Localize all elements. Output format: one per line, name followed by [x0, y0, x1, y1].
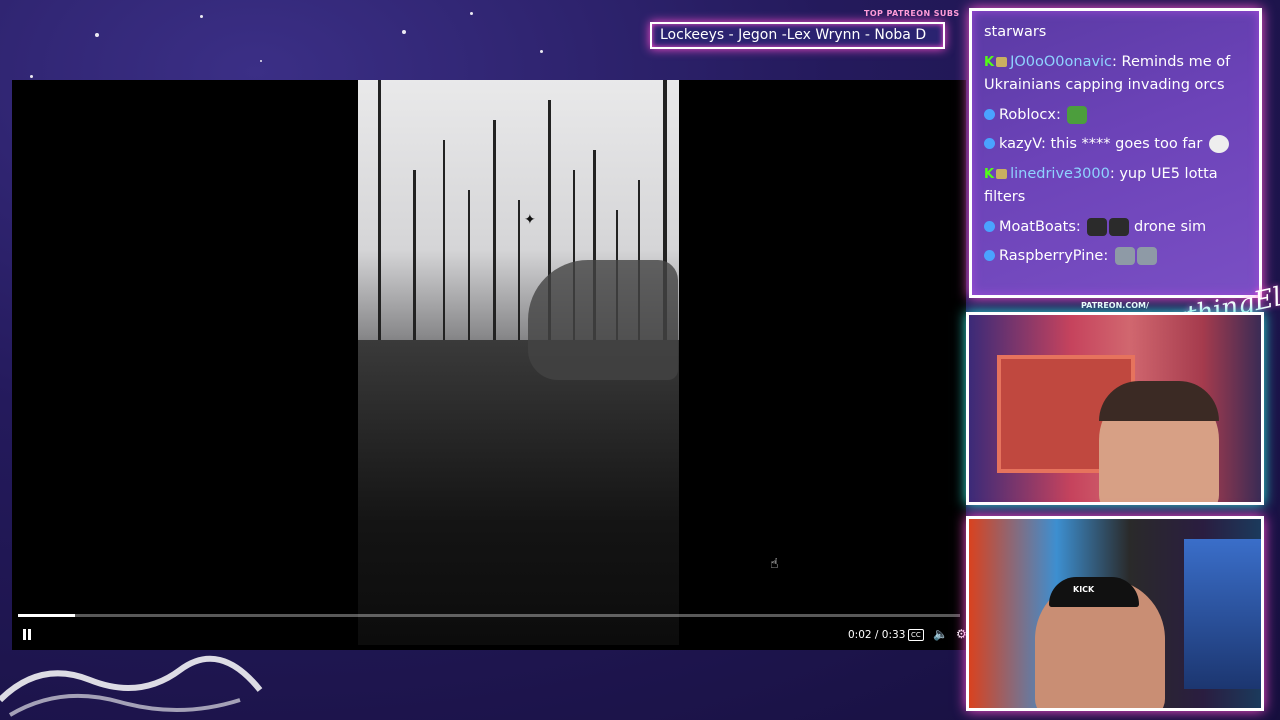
emote-icon — [1087, 217, 1108, 236]
discord-badge-icon — [984, 138, 995, 149]
kick-badge-icon: K — [984, 166, 995, 182]
video-frame[interactable]: ✦ — [358, 80, 679, 645]
hand-cursor-icon: ☝ — [770, 556, 779, 572]
discord-badge-icon — [984, 108, 995, 120]
discord-badge-icon — [984, 250, 995, 261]
decorative-swirl — [0, 655, 263, 717]
time-display: 0:02 / 0:33 — [848, 629, 906, 641]
bar-shelf — [1184, 539, 1261, 689]
chat-username[interactable]: MoatBoats — [999, 219, 1076, 235]
volume-icon[interactable]: 🔈 — [933, 627, 948, 641]
chat-line-starwars: starwars — [984, 24, 1047, 40]
chat-message: kazyV: this **** goes too far — [984, 133, 1247, 157]
chat-username[interactable]: kazyV — [999, 136, 1041, 152]
ground — [358, 340, 679, 645]
progress-bar[interactable] — [18, 614, 960, 617]
gear-icon[interactable]: ⚙ — [956, 627, 966, 641]
drone-icon: ✦ — [524, 212, 536, 228]
sub-badge-icon — [996, 56, 1008, 67]
chat-message: MoatBoats: drone sim — [984, 216, 1247, 240]
chat-panel: starwars K JO0oO0onavic: Reminds me of Uk… — [969, 8, 1262, 298]
chat-message: Klinedrive3000: yup UE5 lotta filters — [984, 163, 1247, 210]
chat-username[interactable]: Roblocx — [999, 107, 1056, 123]
face-emote-icon — [1208, 135, 1229, 153]
soldier-silhouette — [528, 260, 678, 380]
chat-username[interactable]: linedrive3000 — [1010, 166, 1110, 182]
video-player[interactable]: ✦ 0:02 / 0:33 CC 🔈 ⚙ ☝ — [12, 80, 966, 650]
webcam-streamer-1 — [966, 312, 1264, 505]
emote-icon — [1114, 247, 1135, 265]
progress-fill — [18, 614, 75, 617]
patreon-subs-title: TOP PATREON SUBS — [864, 9, 960, 18]
chat-message: K JO0oO0onavic: Reminds me of Ukrainians … — [984, 51, 1247, 98]
chat-username[interactable]: JO0oO0onavic — [1010, 54, 1112, 70]
kick-badge-icon: K — [984, 54, 995, 70]
chat-message: RaspberryPine: — [984, 245, 1247, 269]
emote-icon — [1109, 217, 1130, 236]
cap-logo: KICK — [1073, 585, 1095, 594]
hair — [1099, 381, 1219, 421]
captions-icon[interactable]: CC — [908, 629, 924, 641]
chat-message: Roblocx: — [984, 104, 1247, 128]
chat-text: this **** goes too far — [1050, 136, 1203, 152]
patreon-subs-ticker: Lockeeys - Jegon -Lex Wrynn - Noba D — [650, 22, 945, 49]
sub-badge-icon — [996, 168, 1008, 179]
patreon-url: PATREON.COM/ — [1081, 301, 1149, 310]
frog-emote-icon — [1067, 105, 1088, 124]
webcam-streamer-2: KICK — [966, 516, 1264, 711]
chat-text: drone sim — [1134, 218, 1207, 235]
discord-badge-icon — [984, 220, 995, 232]
chat-username[interactable]: RaspberryPine — [999, 248, 1103, 264]
emote-icon — [1136, 247, 1157, 265]
